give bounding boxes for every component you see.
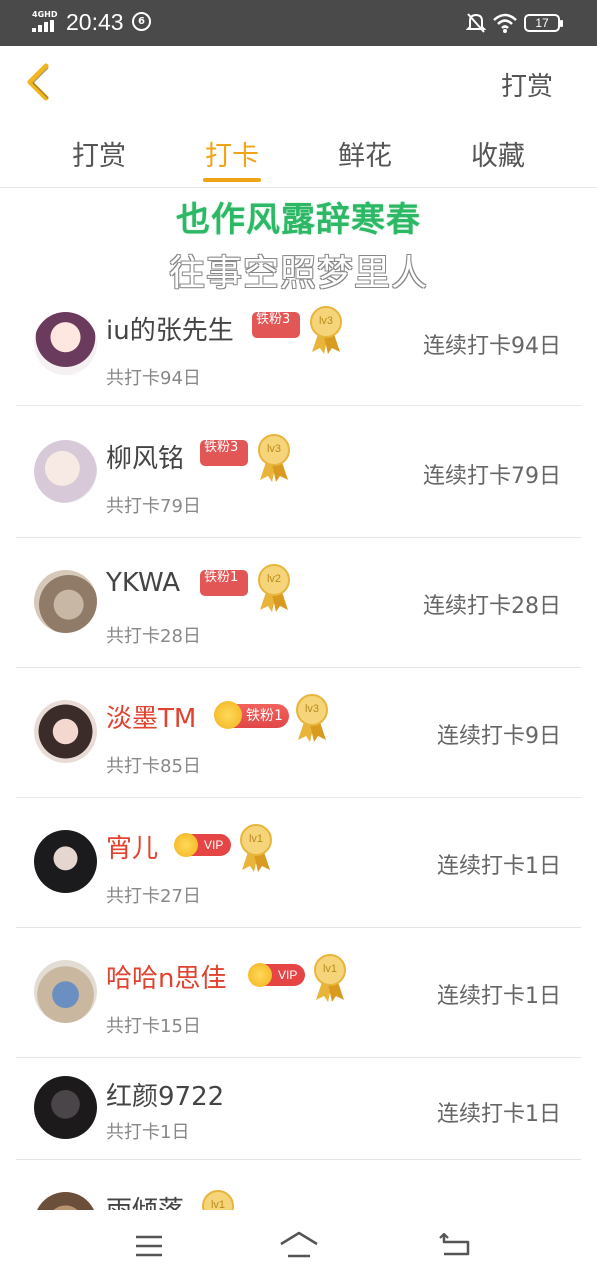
vip-badge-label: VIP bbox=[204, 838, 224, 852]
streak-label: 连续打卡9日 bbox=[437, 724, 561, 749]
signal-icon: 4GHD bbox=[32, 10, 58, 33]
home-icon[interactable] bbox=[278, 1230, 320, 1260]
streak-label: 连续打卡28日 bbox=[423, 594, 561, 619]
total-checkins: 共打卡1日 bbox=[106, 1122, 190, 1143]
poem-line-2: 往事空照梦里人 bbox=[168, 253, 428, 294]
list-item[interactable]: 宵儿 VIP lv1 共打卡27日 连续打卡1日 bbox=[0, 796, 597, 928]
user-name[interactable]: 红颜9722 bbox=[106, 1076, 224, 1113]
reward-button[interactable]: 打赏 bbox=[501, 66, 553, 103]
total-checkins: 共打卡94日 bbox=[106, 368, 201, 389]
avatar[interactable] bbox=[34, 830, 97, 893]
level-label: lv3 bbox=[304, 703, 320, 715]
user-name[interactable]: iu的张先生 bbox=[106, 310, 234, 347]
battery-icon: 17 bbox=[524, 14, 563, 32]
level-label: lv1 bbox=[210, 1199, 226, 1210]
network-type: 4GHD bbox=[32, 10, 58, 19]
total-checkins: 共打卡79日 bbox=[106, 496, 201, 517]
crown-icon bbox=[174, 833, 198, 857]
total-checkins: 共打卡85日 bbox=[106, 756, 201, 777]
user-name[interactable]: 哈哈n思佳 bbox=[106, 958, 226, 995]
level-label: lv1 bbox=[248, 833, 264, 845]
streak-label: 连续打卡94日 bbox=[423, 334, 561, 359]
fan-badge: 铁粉1 bbox=[200, 570, 248, 596]
tab-checkin[interactable]: 打卡 bbox=[187, 134, 277, 173]
header: 打赏 bbox=[0, 46, 597, 118]
status-time: 20:43 bbox=[66, 9, 124, 35]
list-item[interactable]: 哈哈n思佳 VIP lv1 共打卡15日 连续打卡1日 bbox=[0, 926, 597, 1058]
checkin-list: iu的张先生 铁粉3 lv3 共打卡94日 连续打卡94日 柳风铭 铁粉3 lv… bbox=[0, 298, 597, 1210]
streak-label: 连续打卡1日 bbox=[437, 1102, 561, 1127]
fan-badge-label: 铁粉1 bbox=[246, 708, 283, 724]
level-label: lv1 bbox=[322, 963, 338, 975]
fan-badge: 铁粉1 bbox=[214, 701, 289, 729]
system-nav-bar bbox=[0, 1210, 597, 1280]
list-item[interactable]: 淡墨TM 铁粉1 lv3 共打卡85日 连续打卡9日 bbox=[0, 666, 597, 798]
avatar[interactable] bbox=[34, 312, 97, 375]
wifi-icon bbox=[493, 13, 517, 33]
list-item[interactable]: YKWA 铁粉1 lv2 共打卡28日 连续打卡28日 bbox=[0, 536, 597, 668]
crown-icon bbox=[214, 701, 242, 729]
crown-icon bbox=[248, 963, 272, 987]
total-checkins: 共打卡15日 bbox=[106, 1016, 201, 1037]
tab-reward[interactable]: 打赏 bbox=[54, 134, 144, 173]
level-label: lv3 bbox=[318, 315, 334, 327]
poem-banner: 也作风露辞寒春 往事空照梦里人 bbox=[0, 188, 597, 298]
avatar[interactable] bbox=[34, 960, 97, 1023]
user-name[interactable]: 雨倾落 bbox=[106, 1190, 184, 1210]
battery-level: 17 bbox=[535, 16, 549, 30]
tab-active-indicator bbox=[203, 178, 261, 182]
status-bar: 4GHD 20:43 6 17 bbox=[0, 0, 597, 46]
streak-label: 连续打卡79日 bbox=[423, 464, 561, 489]
avatar[interactable] bbox=[34, 440, 97, 503]
back-icon[interactable] bbox=[438, 1230, 472, 1260]
sync-icon: 6 bbox=[132, 12, 151, 31]
chevron-left-icon[interactable] bbox=[20, 60, 60, 104]
avatar[interactable] bbox=[34, 1192, 97, 1210]
list-item[interactable]: 柳风铭 铁粉3 lv3 共打卡79日 连续打卡79日 bbox=[0, 406, 597, 538]
level-label: lv2 bbox=[266, 573, 282, 585]
fan-badge: 铁粉3 bbox=[252, 312, 300, 338]
user-name[interactable]: 宵儿 bbox=[106, 828, 158, 865]
tab-flowers[interactable]: 鲜花 bbox=[320, 134, 410, 173]
user-name[interactable]: 淡墨TM bbox=[106, 698, 196, 735]
list-item[interactable]: 红颜9722 共打卡1日 连续打卡1日 bbox=[0, 1056, 597, 1160]
vip-badge: VIP bbox=[174, 833, 232, 857]
total-checkins: 共打卡27日 bbox=[106, 886, 201, 907]
avatar[interactable] bbox=[34, 1076, 97, 1139]
level-label: lv3 bbox=[266, 443, 282, 455]
tab-bar: 打赏 打卡 鲜花 收藏 bbox=[0, 118, 597, 188]
mute-bell-icon bbox=[466, 13, 486, 33]
menu-icon[interactable] bbox=[134, 1234, 164, 1258]
list-item[interactable]: 雨倾落 lv1 bbox=[0, 1160, 597, 1210]
total-checkins: 共打卡28日 bbox=[106, 626, 201, 647]
vip-badge-label: VIP bbox=[278, 968, 298, 982]
fan-badge: 铁粉3 bbox=[200, 440, 248, 466]
tab-favorites[interactable]: 收藏 bbox=[453, 134, 543, 173]
avatar[interactable] bbox=[34, 700, 97, 763]
poem-line-1: 也作风露辞寒春 bbox=[176, 200, 421, 240]
user-name[interactable]: YKWA bbox=[106, 568, 180, 598]
streak-label: 连续打卡1日 bbox=[437, 984, 561, 1009]
streak-label: 连续打卡1日 bbox=[437, 854, 561, 879]
user-name[interactable]: 柳风铭 bbox=[106, 438, 184, 475]
avatar[interactable] bbox=[34, 570, 97, 633]
vip-badge: VIP bbox=[248, 963, 306, 987]
